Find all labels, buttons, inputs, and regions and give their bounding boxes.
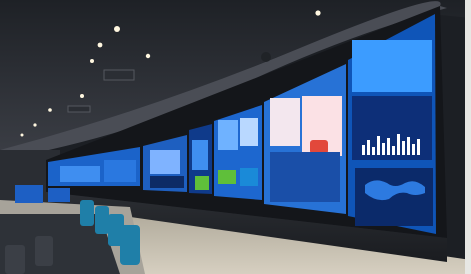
screen-tile [218, 170, 236, 184]
ceiling-vent [67, 105, 91, 113]
ceiling-light [315, 10, 321, 16]
control-room-photo [0, 0, 471, 274]
screen-tile [270, 152, 340, 202]
screen-tile [60, 166, 100, 182]
screen-tile [150, 150, 180, 174]
ceiling-light [33, 123, 37, 127]
screen-tile [192, 140, 208, 170]
monitor [48, 188, 70, 202]
screen-tile [218, 120, 238, 150]
ceiling-light [80, 94, 84, 98]
chair [35, 236, 53, 266]
screen-tile [240, 168, 258, 186]
screen-tile [104, 160, 136, 182]
red-cup [310, 140, 328, 154]
ceiling-light [20, 133, 24, 137]
monitor [15, 185, 43, 203]
screen-tile [240, 118, 258, 146]
ceiling-light [90, 59, 94, 63]
screen-tile [270, 98, 300, 146]
chair [95, 206, 109, 234]
ceiling-light [145, 53, 151, 59]
ceiling-light [48, 108, 52, 112]
screen-tile [195, 176, 209, 190]
ceiling-vent [103, 69, 135, 81]
chair [80, 200, 94, 226]
ceiling-camera [261, 52, 271, 62]
chair [120, 225, 140, 265]
ceiling-light [97, 42, 103, 48]
ceiling-light [114, 26, 120, 32]
world-map-tile [355, 168, 433, 226]
photo-border [465, 0, 471, 274]
screen-tile [150, 176, 184, 188]
chair [5, 245, 25, 274]
screen-tile [352, 40, 432, 92]
